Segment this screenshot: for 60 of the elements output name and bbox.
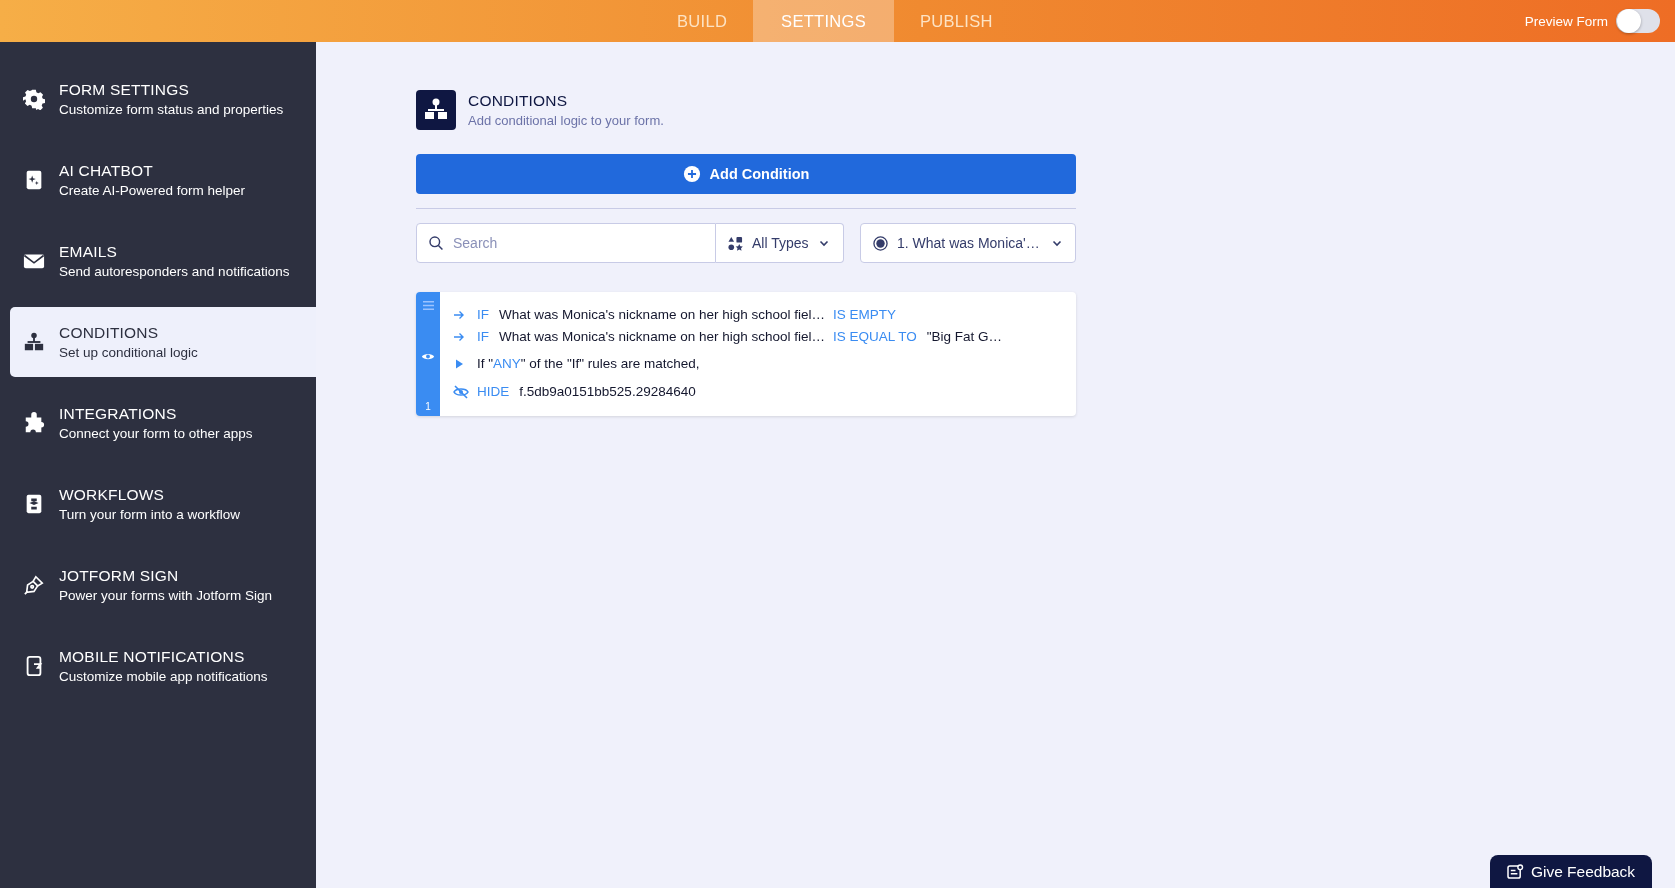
condition-keyword: IF <box>477 329 489 344</box>
condition-operator: IS EMPTY <box>833 307 896 322</box>
sidebar-item-title: MOBILE NOTIFICATIONS <box>59 648 246 666</box>
hierarchy-icon <box>23 331 45 353</box>
feedback-form-icon <box>1506 864 1524 879</box>
sidebar-item-subtitle: Turn your form into a workflow <box>59 507 241 522</box>
sidebar-item-subtitle: Customize mobile app notifications <box>59 669 268 684</box>
condition-field: What was Monica's nickname on her high school fiel… <box>499 329 825 344</box>
gear-icon <box>23 88 45 110</box>
condition-keyword: IF <box>477 307 489 322</box>
sidebar-item[interactable]: INTEGRATIONS Connect your form to other apps <box>10 388 316 458</box>
preview-label: Preview Form <box>1524 13 1608 29</box>
action-target: f.5db9a0151bb525.29284640 <box>519 384 696 399</box>
sidebar-item[interactable]: FORM SETTINGS Customize form status and properties <box>10 64 316 134</box>
condition-card[interactable] <box>416 292 1076 416</box>
radio-icon <box>873 235 888 251</box>
sidebar-item-title: FORM SETTINGS <box>59 81 191 99</box>
condition-number: 1 <box>425 401 431 412</box>
sidebar-item-title: JOTFORM SIGN <box>59 567 180 585</box>
sidebar-item[interactable]: AI CHATBOT Create AI-Powered form helper <box>10 145 316 215</box>
sidebar-item[interactable]: WORKFLOWS Turn your form into a workflow <box>10 469 316 539</box>
eye-slash-icon <box>453 384 469 399</box>
section-title: CONDITIONS <box>468 92 569 110</box>
sidebar-item-subtitle: Connect your form to other apps <box>59 426 253 441</box>
menu-icon[interactable] <box>421 300 435 311</box>
action-verb: HIDE <box>477 384 510 399</box>
condition-operator: IS EQUAL TO <box>833 329 917 344</box>
sidebar-item-title: CONDITIONS <box>59 324 160 342</box>
sidebar-item-subtitle: Customize form status and properties <box>59 102 284 117</box>
add-condition-button[interactable]: Add Condition <box>416 154 1076 194</box>
search-icon <box>428 235 444 251</box>
puzzle-icon <box>23 412 45 434</box>
type-dropdown[interactable]: All Types <box>716 223 844 263</box>
sidebar-item-title: INTEGRATIONS <box>59 405 178 423</box>
condition-field: What was Monica's nickname on her high school fiel… <box>499 307 825 322</box>
arrow-right-icon <box>453 330 465 343</box>
search-field[interactable]: Search <box>416 223 716 263</box>
sidebar-item-subtitle: Power your forms with Jotform Sign <box>59 588 273 603</box>
sidebar-item-title: EMAILS <box>59 243 119 261</box>
sidebar-item-subtitle: Send autoresponders and notifications <box>59 264 290 279</box>
pen-nib-icon <box>23 574 45 596</box>
give-feedback-button[interactable]: Give Feedback <box>1490 855 1652 888</box>
sidebar-item[interactable]: EMAILS Send autoresponders and notifications <box>10 226 316 296</box>
sidebar-item[interactable]: CONDITIONS Set up conditional logic <box>10 307 316 377</box>
triangle-right-icon <box>453 357 465 370</box>
section-subtitle: Add conditional logic to your form. <box>468 113 664 128</box>
arrow-right-icon <box>453 308 465 321</box>
field-dropdown[interactable]: 1. What was Monica'… <box>860 223 1076 263</box>
sidebar-item-subtitle: Set up conditional logic <box>59 345 198 360</box>
sidebar-item[interactable]: MOBILE NOTIFICATIONS Customize mobile app notifications <box>10 631 316 701</box>
match-sentence: If "ANY" of the "If" rules are matched, <box>477 356 700 371</box>
shapes-icon <box>728 235 743 251</box>
sidebar-item-title: AI CHATBOT <box>59 162 154 180</box>
sidebar-item[interactable]: JOTFORM SIGN Power your forms with Jotform Sign <box>10 550 316 620</box>
plus-circle-icon <box>682 165 701 183</box>
sidebar-item-subtitle: Create AI-Powered form helper <box>59 183 246 198</box>
hierarchy-icon <box>416 90 456 130</box>
preview-toggle[interactable] <box>1616 9 1660 33</box>
condition-value: "Big Fat G… <box>926 329 1003 344</box>
sidebar-item-title: WORKFLOWS <box>59 486 166 504</box>
